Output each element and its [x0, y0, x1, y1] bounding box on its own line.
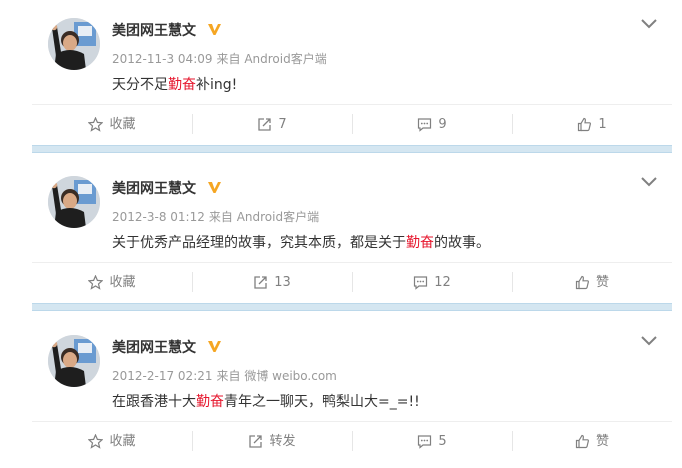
verified-v-badge-icon	[208, 24, 221, 35]
comment-icon	[418, 434, 432, 449]
comment-button[interactable]: 9	[352, 105, 512, 143]
chevron-down-icon[interactable]	[640, 18, 658, 30]
verified-v-badge-icon	[208, 182, 221, 193]
favorite-button[interactable]: 收藏	[32, 422, 192, 460]
repost-icon	[258, 117, 272, 131]
favorite-label: 收藏	[109, 116, 136, 132]
action-bar: 收藏 7 9 1	[32, 104, 672, 143]
thumbs-up-icon	[578, 117, 592, 131]
favorite-button[interactable]: 收藏	[32, 105, 192, 143]
comment-count: 9	[438, 116, 447, 132]
repost-icon	[249, 434, 263, 448]
thumbs-up-icon	[575, 434, 589, 448]
favorite-label: 收藏	[109, 433, 136, 449]
post-meta: 2012-3-8 01:12 来自 Android客户端	[112, 208, 319, 225]
post-source: 来自 微博 weibo.com	[216, 369, 337, 383]
repost-button[interactable]: 13	[192, 263, 352, 301]
comment-icon	[418, 117, 432, 132]
action-bar: 收藏 转发 5 赞	[32, 421, 672, 460]
like-button[interactable]: 赞	[512, 422, 672, 460]
feed-divider	[32, 145, 672, 153]
username[interactable]: 美团网王慧文	[112, 20, 196, 40]
post-text: 关于优秀产品经理的故事，究其本质，都是关于勤奋的故事。	[112, 232, 490, 252]
avatar[interactable]	[48, 176, 100, 228]
repost-label: 转发	[269, 433, 296, 449]
post-text-part: 天分不足	[112, 77, 168, 93]
post-time[interactable]: 2012-2-17 02:21	[112, 369, 213, 383]
comment-icon	[414, 275, 428, 290]
repost-count: 7	[278, 116, 287, 132]
post-text-part: 青年之一聊天，鸭梨山大=_=!!	[224, 394, 420, 410]
post-meta: 2012-2-17 02:21 来自 微博 weibo.com	[112, 367, 337, 384]
chevron-down-icon[interactable]	[640, 335, 658, 347]
username[interactable]: 美团网王慧文	[112, 178, 196, 198]
action-bar: 收藏 13 12 赞	[32, 262, 672, 301]
post-source: 来自 Android客户端	[216, 52, 327, 66]
comment-count: 12	[434, 274, 451, 290]
like-button[interactable]: 1	[512, 105, 672, 143]
weibo-post: 美团网王慧文 2012-3-8 01:12 来自 Android客户端 关于优秀产…	[32, 158, 672, 300]
highlighted-keyword: 勤奋	[406, 235, 434, 251]
repost-button[interactable]: 转发	[192, 422, 352, 460]
post-text-part: 补ing!	[196, 77, 238, 93]
weibo-feed: 美团网王慧文 2012-11-3 04:09 来自 Android客户端 天分不足…	[32, 0, 672, 468]
post-text-part: 在跟香港十大	[112, 394, 196, 410]
comment-button[interactable]: 12	[352, 263, 512, 301]
comment-button[interactable]: 5	[352, 422, 512, 460]
highlighted-keyword: 勤奋	[196, 394, 224, 410]
like-label: 赞	[595, 274, 609, 290]
post-text: 在跟香港十大勤奋青年之一聊天，鸭梨山大=_=!!	[112, 391, 420, 411]
post-time[interactable]: 2012-3-8 01:12	[112, 210, 205, 224]
favorite-button[interactable]: 收藏	[32, 263, 192, 301]
like-label: 赞	[595, 433, 609, 449]
avatar[interactable]	[48, 335, 100, 387]
post-time[interactable]: 2012-11-3 04:09	[112, 52, 213, 66]
favorite-label: 收藏	[109, 274, 136, 290]
post-text-part: 的故事。	[434, 235, 490, 251]
star-icon	[88, 433, 104, 449]
post-source: 来自 Android客户端	[208, 210, 320, 224]
weibo-post: 美团网王慧文 2012-2-17 02:21 来自 微博 weibo.com 在跟…	[32, 317, 672, 468]
repost-button[interactable]: 7	[192, 105, 352, 143]
post-text-part: 关于优秀产品经理的故事，究其本质，都是关于	[112, 235, 406, 251]
like-count: 1	[598, 116, 607, 132]
comment-count: 5	[438, 433, 447, 449]
thumbs-up-icon	[575, 275, 589, 289]
feed-divider	[32, 303, 672, 311]
avatar[interactable]	[48, 18, 100, 70]
chevron-down-icon[interactable]	[640, 176, 658, 188]
username[interactable]: 美团网王慧文	[112, 337, 196, 357]
star-icon	[88, 116, 104, 132]
highlighted-keyword: 勤奋	[168, 77, 196, 93]
post-text: 天分不足勤奋补ing!	[112, 74, 237, 94]
weibo-post: 美团网王慧文 2012-11-3 04:09 来自 Android客户端 天分不足…	[32, 0, 672, 142]
verified-v-badge-icon	[208, 341, 221, 352]
like-button[interactable]: 赞	[512, 263, 672, 301]
post-meta: 2012-11-3 04:09 来自 Android客户端	[112, 50, 327, 67]
star-icon	[88, 274, 104, 290]
repost-icon	[254, 275, 267, 289]
repost-count: 13	[274, 274, 291, 290]
